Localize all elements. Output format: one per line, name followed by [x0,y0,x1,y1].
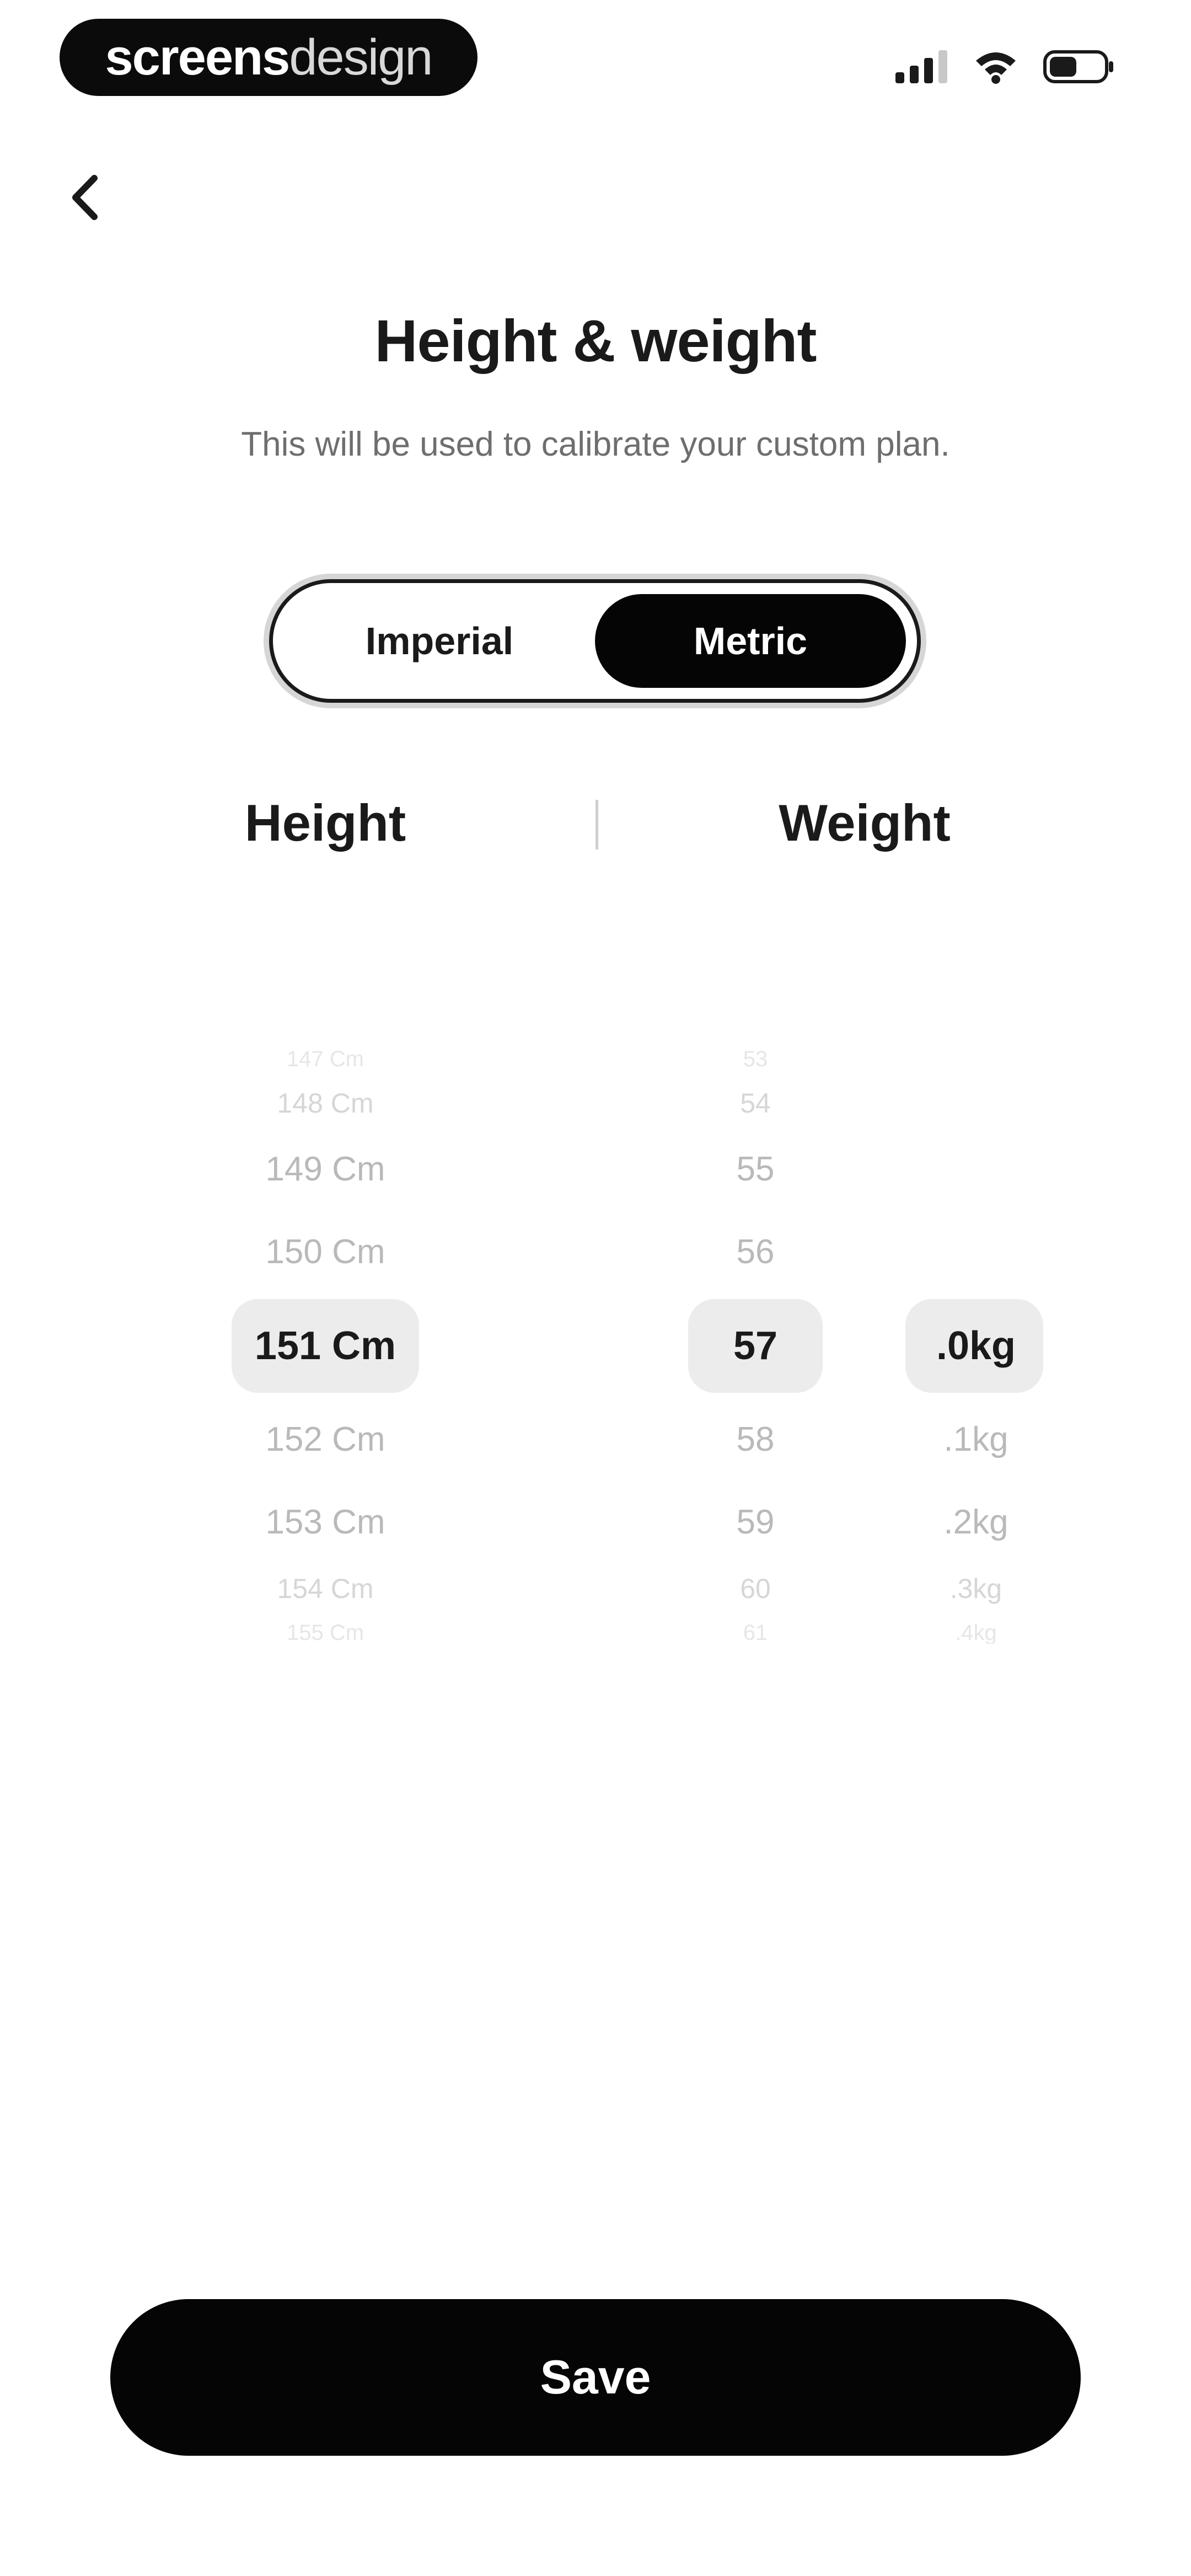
status-icons [895,47,1115,86]
height-option[interactable]: 147 Cm [210,1048,441,1070]
weight-decimal-option[interactable]: .1kg [893,1423,1059,1457]
chevron-left-icon [69,173,102,225]
height-weight-screen: screensdesign Height & weight This will … [0,0,1191,2576]
weight-kg-picker[interactable]: 53 54 55 56 57 58 59 60 61 [678,1048,833,1644]
page-subtitle: This will be used to calibrate your cust… [241,425,950,463]
brand-text-bold: screens [105,29,291,85]
toggle-metric[interactable]: Metric [595,594,906,688]
weight-kg-option[interactable]: 54 [678,1089,833,1117]
weight-kg-option[interactable]: 61 [678,1622,833,1644]
weight-kg-option[interactable]: 60 [678,1575,833,1602]
weight-kg-option[interactable]: 59 [678,1505,833,1540]
weight-kg-option[interactable]: 57 [678,1326,833,1366]
weight-decimal-option[interactable]: .0kg [893,1326,1059,1366]
cellular-signal-icon [895,50,948,83]
height-option[interactable]: 149 Cm [210,1152,441,1187]
unit-toggle: Imperial Metric [269,579,921,703]
weight-decimal-option[interactable]: .3kg [893,1575,1059,1602]
height-option[interactable]: 148 Cm [210,1089,441,1117]
height-option[interactable]: 154 Cm [210,1575,441,1602]
save-button[interactable]: Save [110,2299,1081,2456]
column-divider [596,800,598,849]
weight-kg-option[interactable]: 56 [678,1235,833,1269]
height-option[interactable]: 152 Cm [210,1423,441,1457]
weight-decimal-option[interactable]: .2kg [893,1505,1059,1540]
weight-kg-option[interactable]: 55 [678,1152,833,1187]
wifi-icon [974,50,1018,84]
brand-watermark: screensdesign [60,19,478,96]
weight-column-label: Weight [779,794,951,852]
weight-decimal-picker[interactable]: .0kg .1kg .2kg .3kg .4kg [893,1048,1059,1644]
brand-text: screensdesign [105,29,433,87]
height-option[interactable]: 155 Cm [210,1622,441,1644]
height-option[interactable]: 150 Cm [210,1235,441,1269]
weight-kg-option[interactable]: 58 [678,1423,833,1457]
height-option[interactable]: 151 Cm [210,1326,441,1366]
weight-kg-option[interactable]: 53 [678,1048,833,1070]
brand-text-light: design [289,29,433,85]
toggle-imperial[interactable]: Imperial [284,594,595,688]
weight-decimal-option[interactable]: .4kg [893,1622,1059,1644]
height-picker[interactable]: 147 Cm 148 Cm 149 Cm 150 Cm 151 Cm 152 Cm 153 … [210,1048,441,1644]
battery-icon [1043,50,1115,83]
page-title: Height & weight [374,307,817,374]
height-column-label: Height [244,794,406,852]
back-button[interactable] [61,165,110,232]
height-option[interactable]: 153 Cm [210,1505,441,1540]
